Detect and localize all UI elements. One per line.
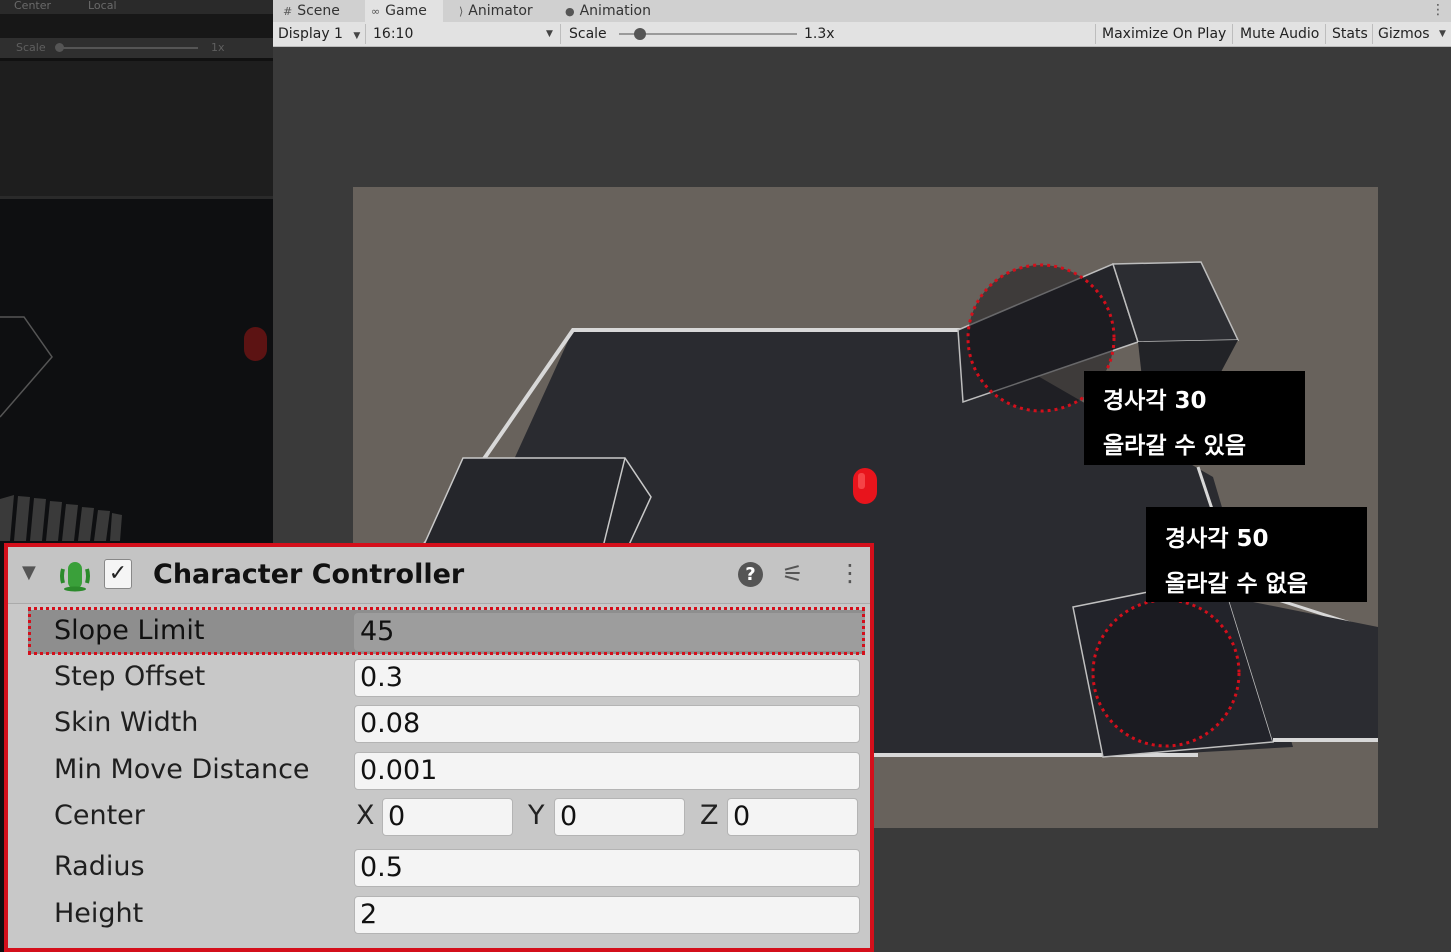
scale-label: Scale [569, 26, 607, 42]
divider [1325, 24, 1326, 44]
component-header[interactable]: ▼ ✓ Character Controller ? ⚟ ⋮ [8, 547, 870, 604]
component-menu-icon[interactable]: ⋮ [838, 559, 862, 587]
min-move-distance-row: Min Move Distance 0.001 [8, 749, 870, 793]
pivot-local-toggle[interactable]: Local [88, 0, 117, 12]
center-y-label: Y [528, 800, 545, 831]
step-offset-label: Step Offset [54, 661, 206, 692]
radius-label: Radius [54, 851, 145, 882]
player-capsule-preview [244, 327, 267, 361]
scale-slider-knob[interactable] [634, 28, 647, 40]
annotation-slope-50-line2: 올라갈 수 없음 [1165, 571, 1308, 597]
display-dropdown[interactable]: Display 1 ▼ [278, 22, 360, 48]
scale-value: 1.3x [804, 26, 835, 42]
tab-game-label: Game [385, 3, 427, 19]
tab-game[interactable]: ∞ Game [365, 0, 443, 22]
game-toolbar: Display 1 ▼ 16:10 ▼ Scale 1.3x Maximize … [273, 22, 1451, 47]
chevron-down-icon: ▼ [546, 29, 553, 39]
gamepad-icon: ∞ [371, 5, 381, 18]
step-offset-row: Step Offset 0.3 [8, 656, 870, 700]
divider [560, 24, 561, 44]
display-dropdown-label: Display 1 [278, 26, 343, 42]
chevron-down-icon: ▼ [353, 31, 361, 41]
aspect-dropdown-label: 16:10 [373, 26, 414, 42]
presets-sliders-icon[interactable]: ⚟ [782, 560, 804, 588]
height-field[interactable]: 2 [354, 896, 860, 934]
step-offset-field[interactable]: 0.3 [354, 659, 860, 697]
center-y-field[interactable]: 0 [554, 798, 685, 836]
center-z-field[interactable]: 0 [727, 798, 858, 836]
scene-scale-row: Scale 1x [0, 38, 273, 58]
character-controller-inspector: ▼ ✓ Character Controller ? ⚟ ⋮ Slope Lim… [4, 543, 874, 952]
slope-limit-highlight [28, 607, 865, 655]
min-move-distance-label: Min Move Distance [54, 754, 310, 785]
highlight-circle-50 [1091, 598, 1241, 748]
component-title: Character Controller [153, 559, 465, 590]
height-row: Height 2 [8, 893, 870, 937]
divider [1372, 24, 1373, 44]
scene-scale-label: Scale [16, 41, 46, 54]
gizmos-toggle[interactable]: Gizmos [1378, 22, 1430, 46]
tab-animator[interactable]: ⟩ Animator [453, 0, 553, 22]
divider [365, 24, 366, 44]
center-label: Center [54, 800, 145, 831]
tab-scene-label: Scene [297, 3, 340, 19]
min-move-distance-field[interactable]: 0.001 [354, 752, 860, 790]
skin-width-field[interactable]: 0.08 [354, 705, 860, 743]
aspect-dropdown[interactable]: 16:10 [373, 22, 413, 46]
skin-width-row: Skin Width 0.08 [8, 702, 870, 746]
tab-scene[interactable]: # Scene [277, 0, 363, 22]
stats-toggle[interactable]: Stats [1332, 22, 1368, 46]
maximize-on-play-toggle[interactable]: Maximize On Play [1102, 22, 1226, 46]
scene-scale-value: 1x [211, 41, 225, 54]
height-label: Height [54, 898, 144, 929]
annotation-slope-30-line2: 올라갈 수 있음 [1103, 433, 1246, 459]
character-controller-icon [60, 562, 90, 592]
component-enable-checkbox[interactable]: ✓ [104, 559, 132, 589]
scene-view-top[interactable] [0, 61, 273, 197]
annotation-slope-30: 경사각 30 올라갈 수 있음 [1084, 371, 1305, 465]
animator-icon: ⟩ [459, 5, 464, 18]
scene-scale-slider[interactable] [58, 47, 198, 49]
skin-width-label: Skin Width [54, 707, 199, 738]
animation-clock-icon: ● [565, 5, 575, 18]
chevron-down-icon: ▼ [1439, 29, 1446, 39]
annotation-slope-50-line1: 경사각 50 [1165, 526, 1269, 552]
tab-bar: # Scene ∞ Game ⟩ Animator ● Animation ⋮ [273, 0, 1451, 22]
grid-icon: # [283, 5, 293, 18]
center-x-field[interactable]: 0 [382, 798, 513, 836]
tab-animation-label: Animation [579, 3, 651, 19]
scene-toolbar: Center Local [0, 0, 273, 14]
divider [1095, 24, 1096, 44]
center-z-label: Z [700, 800, 719, 831]
left-box [421, 457, 652, 548]
annotation-slope-30-line1: 경사각 30 [1103, 388, 1207, 414]
help-icon[interactable]: ? [738, 562, 763, 587]
center-x-label: X [356, 800, 375, 831]
tab-animator-label: Animator [468, 3, 533, 19]
tab-animation[interactable]: ● Animation [559, 0, 669, 22]
foldout-triangle-icon[interactable]: ▼ [22, 562, 36, 583]
radius-field[interactable]: 0.5 [354, 849, 860, 887]
pivot-center-toggle[interactable]: Center [14, 0, 51, 12]
player-capsule-highlight [858, 473, 865, 489]
more-options-icon[interactable]: ⋮ [1431, 0, 1445, 20]
radius-row: Radius 0.5 [8, 846, 870, 890]
annotation-slope-50: 경사각 50 올라갈 수 없음 [1146, 507, 1367, 602]
divider [1232, 24, 1233, 44]
scene-scale-knob[interactable] [55, 43, 64, 52]
mute-audio-toggle[interactable]: Mute Audio [1240, 22, 1319, 46]
center-row: Center X 0 Y 0 Z 0 [8, 795, 870, 839]
